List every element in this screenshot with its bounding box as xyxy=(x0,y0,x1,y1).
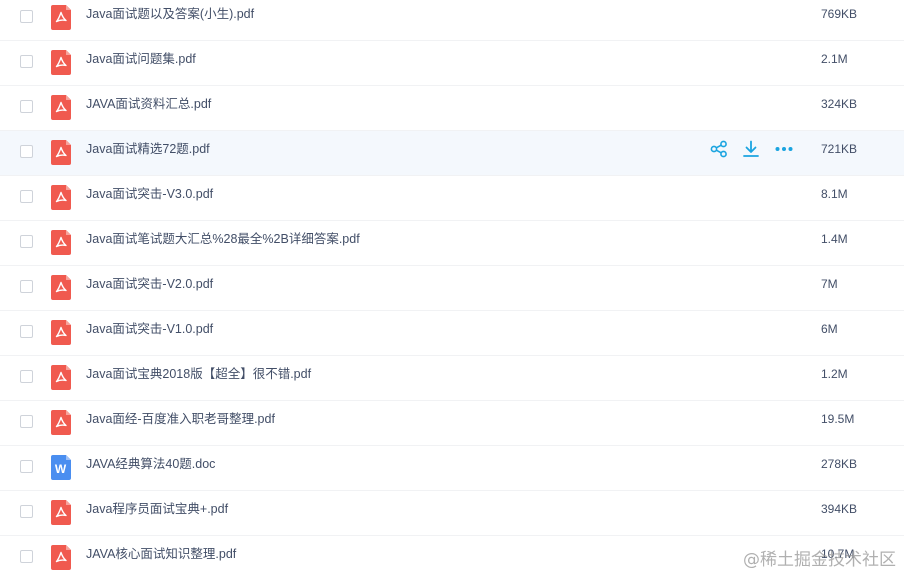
pdf-file-icon xyxy=(51,410,71,435)
file-size: 8.1M xyxy=(821,187,848,201)
file-row[interactable]: Java面试宝典2018版【超全】很不错.pdf 1.2M xyxy=(0,356,904,401)
file-name[interactable]: Java面试突击-V3.0.pdf xyxy=(86,176,213,212)
file-row[interactable]: Java面试问题集.pdf 2.1M xyxy=(0,41,904,86)
file-size: 394KB xyxy=(821,502,858,516)
file-row[interactable]: JAVA面试资料汇总.pdf 324KB xyxy=(0,86,904,131)
file-size: 278KB xyxy=(821,457,858,471)
file-size: 2.1M xyxy=(821,52,848,66)
pdf-file-icon xyxy=(51,500,71,525)
file-row[interactable]: Java程序员面试宝典+.pdf 394KB xyxy=(0,491,904,536)
file-name[interactable]: JAVA面试资料汇总.pdf xyxy=(86,86,211,122)
file-size: 19.5M xyxy=(821,412,855,426)
file-name[interactable]: Java面试问题集.pdf xyxy=(86,41,196,77)
file-name[interactable]: Java面试笔试题大汇总%28最全%2B详细答案.pdf xyxy=(86,221,360,257)
file-list: Java面试题以及答案(小生).pdf 769KB Java面试问题集.pdf 2.1… xyxy=(0,0,904,574)
pdf-file-icon xyxy=(51,365,71,390)
file-row[interactable]: Java面试题以及答案(小生).pdf 769KB xyxy=(0,0,904,41)
file-row[interactable]: Java面经-百度准入职老哥整理.pdf 19.5M xyxy=(0,401,904,446)
file-name[interactable]: Java程序员面试宝典+.pdf xyxy=(86,491,228,527)
file-row[interactable]: W JAVA经典算法40题.doc 278KB xyxy=(0,446,904,491)
download-icon[interactable] xyxy=(741,139,761,159)
file-size: 721KB xyxy=(821,142,858,156)
file-checkbox[interactable] xyxy=(20,370,33,383)
file-checkbox[interactable] xyxy=(20,100,33,113)
file-name[interactable]: Java面试宝典2018版【超全】很不错.pdf xyxy=(86,356,311,392)
file-checkbox[interactable] xyxy=(20,505,33,518)
file-size: 6M xyxy=(821,322,838,336)
file-checkbox[interactable] xyxy=(20,145,33,158)
file-size: 1.4M xyxy=(821,232,848,246)
pdf-file-icon xyxy=(51,275,71,300)
pdf-file-icon xyxy=(51,230,71,255)
pdf-file-icon xyxy=(51,95,71,120)
file-row[interactable]: Java面试笔试题大汇总%28最全%2B详细答案.pdf 1.4M xyxy=(0,221,904,266)
more-icon[interactable] xyxy=(774,139,794,159)
file-checkbox[interactable] xyxy=(20,190,33,203)
file-checkbox[interactable] xyxy=(20,235,33,248)
file-name[interactable]: JAVA核心面试知识整理.pdf xyxy=(86,536,236,572)
file-size: 324KB xyxy=(821,97,858,111)
file-checkbox[interactable] xyxy=(20,460,33,473)
svg-text:W: W xyxy=(55,462,67,476)
file-checkbox[interactable] xyxy=(20,325,33,338)
file-checkbox[interactable] xyxy=(20,10,33,23)
pdf-file-icon xyxy=(51,185,71,210)
pdf-file-icon xyxy=(51,545,71,570)
file-checkbox[interactable] xyxy=(20,415,33,428)
file-name[interactable]: JAVA经典算法40题.doc xyxy=(86,446,215,482)
file-checkbox[interactable] xyxy=(20,550,33,563)
share-icon[interactable] xyxy=(709,139,729,159)
file-size: 7M xyxy=(821,277,838,291)
file-checkbox[interactable] xyxy=(20,280,33,293)
file-name[interactable]: Java面试突击-V1.0.pdf xyxy=(86,311,213,347)
watermark: @稀土掘金技术社区 xyxy=(743,550,896,570)
file-name[interactable]: Java面经-百度准入职老哥整理.pdf xyxy=(86,401,275,437)
file-row[interactable]: Java面试精选72题.pdf 721KB xyxy=(0,131,904,176)
pdf-file-icon xyxy=(51,50,71,75)
file-name[interactable]: Java面试题以及答案(小生).pdf xyxy=(86,0,254,32)
file-size: 1.2M xyxy=(821,367,848,381)
file-row[interactable]: Java面试突击-V1.0.pdf 6M xyxy=(0,311,904,356)
file-size: 769KB xyxy=(821,7,858,21)
pdf-file-icon xyxy=(51,5,71,30)
file-row[interactable]: Java面试突击-V3.0.pdf 8.1M xyxy=(0,176,904,221)
file-row[interactable]: Java面试突击-V2.0.pdf 7M xyxy=(0,266,904,311)
file-name[interactable]: Java面试精选72题.pdf xyxy=(86,131,210,167)
word-file-icon: W xyxy=(51,455,71,480)
pdf-file-icon xyxy=(51,320,71,345)
file-name[interactable]: Java面试突击-V2.0.pdf xyxy=(86,266,213,302)
file-checkbox[interactable] xyxy=(20,55,33,68)
pdf-file-icon xyxy=(51,140,71,165)
